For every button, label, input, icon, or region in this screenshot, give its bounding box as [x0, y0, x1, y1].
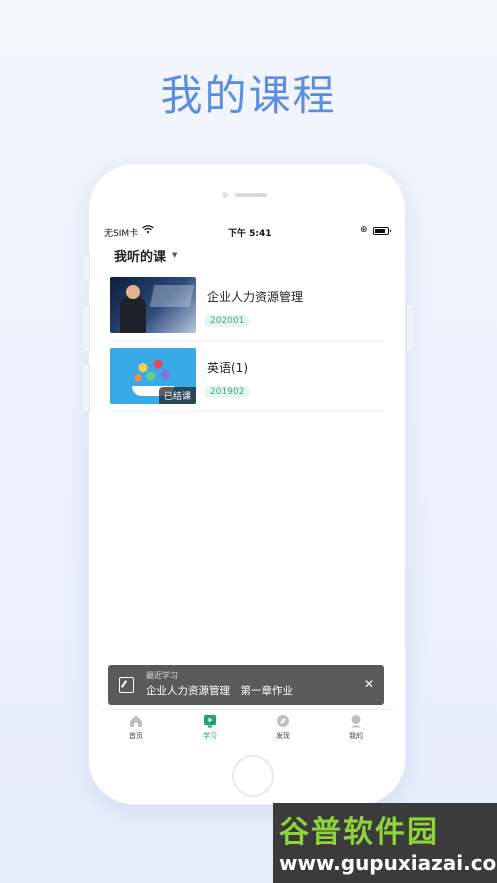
tab-home-label: 首页: [129, 732, 143, 740]
tab-study-label: 学习: [203, 732, 217, 740]
page-headline: 我的课程: [160, 71, 337, 120]
course-title: 英语(1): [207, 361, 248, 375]
tab-profile-label: 我的: [349, 732, 363, 740]
course-term-tag: 201902: [204, 386, 251, 398]
play-icon: [204, 715, 216, 728]
rotation-lock-icon: ⊕: [360, 225, 368, 235]
status-bar: 无SIM卡 下午 5:41 ⊕: [100, 222, 394, 240]
watermark-url: www.gupuxiazai.com: [279, 851, 497, 875]
volume-down-button: [82, 364, 90, 412]
course-title: 企业人力资源管理: [207, 290, 304, 304]
course-filter-dropdown[interactable]: 我听的课: [114, 246, 166, 265]
tab-study[interactable]: 学习: [180, 714, 240, 741]
tab-discover[interactable]: 发现: [253, 714, 313, 741]
camera-dot: [222, 192, 228, 198]
carrier-text: 无SIM卡: [104, 229, 139, 239]
discover-icon: [277, 715, 289, 727]
close-icon[interactable]: ✕: [364, 677, 374, 691]
volume-up-button: [82, 304, 90, 352]
caret-down-icon[interactable]: ▼: [172, 251, 177, 259]
site-watermark: 谷普软件园 www.gupuxiazai.com: [273, 803, 497, 883]
tab-home[interactable]: 首页: [106, 714, 166, 741]
recent-course-text: 企业人力资源管理 第一章作业: [146, 685, 293, 697]
home-button[interactable]: [232, 755, 274, 797]
phone-screen: 无SIM卡 下午 5:41 ⊕ 我听的课 ▼ 企业人力资源管理 202001 已…: [100, 222, 394, 746]
tab-discover-label: 发现: [276, 732, 290, 740]
clock-text: 下午 5:41: [228, 229, 272, 239]
battery-icon: [373, 227, 391, 235]
bottom-tab-bar: 首页 学习 发现 我的: [100, 709, 394, 746]
edit-icon: [119, 677, 134, 693]
wifi-icon: [142, 225, 154, 237]
profile-icon: [351, 715, 361, 728]
course-card[interactable]: 已结课 英语(1) 201902: [110, 343, 384, 412]
course-term-tag: 202001: [204, 315, 251, 327]
watermark-title: 谷普软件园: [279, 815, 439, 850]
speaker-grille: [235, 193, 267, 197]
tab-profile[interactable]: 我的: [326, 714, 386, 741]
mute-switch: [82, 254, 90, 282]
course-thumbnail: 已结课: [110, 348, 196, 404]
course-thumbnail: [110, 277, 196, 333]
recent-study-bar[interactable]: 最近学习 企业人力资源管理 第一章作业 ✕: [108, 665, 384, 705]
home-icon: [130, 715, 142, 727]
ended-badge: 已结课: [158, 387, 196, 404]
course-card[interactable]: 企业人力资源管理 202001: [110, 272, 384, 341]
recent-label: 最近学习: [146, 671, 178, 680]
power-button: [406, 304, 415, 352]
